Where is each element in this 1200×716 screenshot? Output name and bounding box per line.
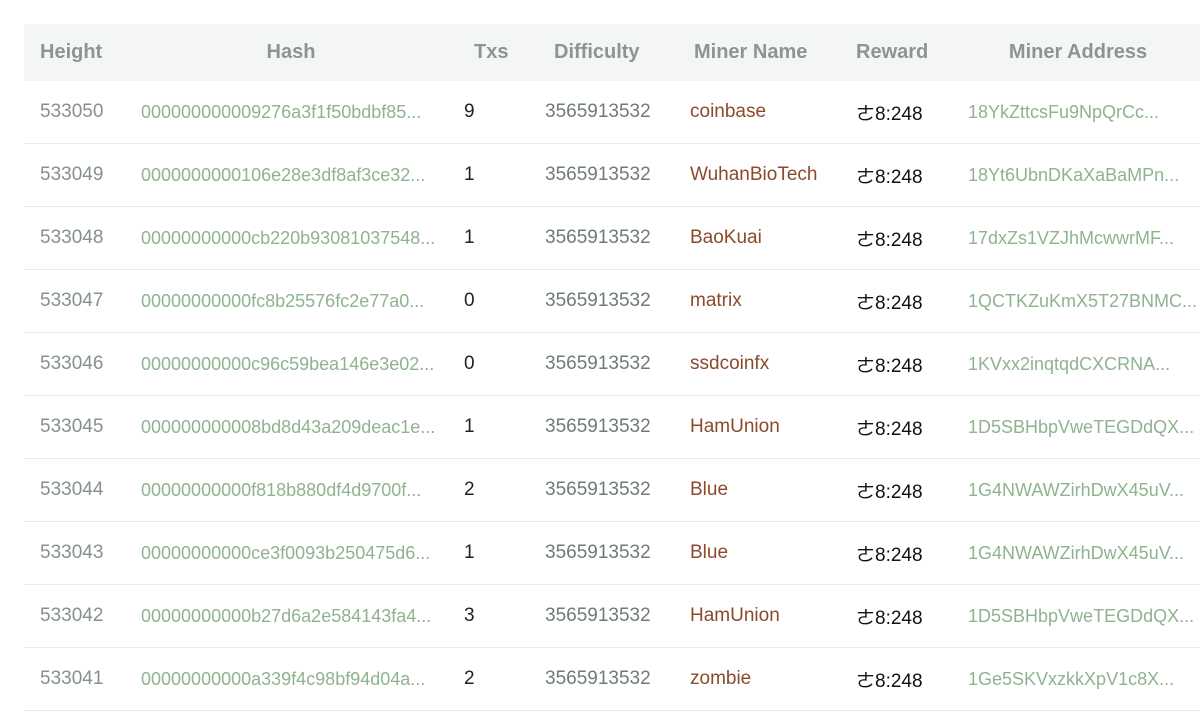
header-txs[interactable]: Txs — [474, 24, 534, 81]
reward-value: ㄜ8:248 — [856, 607, 923, 629]
block-height: 533047 — [40, 290, 104, 311]
block-hash-link[interactable]: 00000000000cb220b93081037548... — [141, 207, 441, 269]
block-height: 533041 — [40, 668, 104, 689]
reward-value: ㄜ8:248 — [856, 418, 923, 440]
header-miner-name[interactable]: Miner Name — [694, 24, 844, 81]
table-row: 533047 00000000000fc8b25576fc2e77a0... 0… — [24, 270, 1200, 333]
reward-value: ㄜ8:248 — [856, 229, 923, 251]
miner-name-link[interactable]: HamUnion — [690, 585, 840, 647]
header-miner-address[interactable]: Miner Address — [968, 24, 1188, 81]
miner-name-link[interactable]: zombie — [690, 648, 840, 710]
block-hash-link[interactable]: 0000000000106e28e3df8af3ce32... — [141, 144, 441, 206]
block-height: 533044 — [40, 479, 104, 500]
block-hash-link[interactable]: 00000000000f818b880df4d9700f... — [141, 459, 441, 521]
table-row: 533041 00000000000a339f4c98bf94d04a... 2… — [24, 648, 1200, 711]
table-row: 533048 00000000000cb220b93081037548... 1… — [24, 207, 1200, 270]
miner-address-link[interactable]: 1D5SBHbpVweTEGDdQX... — [968, 585, 1200, 647]
difficulty-value: 3565913532 — [545, 542, 651, 563]
difficulty-value: 3565913532 — [545, 290, 651, 311]
block-hash-link[interactable]: 00000000000ce3f0093b250475d6... — [141, 522, 441, 584]
block-height: 533048 — [40, 227, 104, 248]
miner-name-link[interactable]: HamUnion — [690, 396, 840, 458]
tx-count: 1 — [464, 542, 475, 563]
block-hash-link[interactable]: 000000000008bd8d43a209deac1e... — [141, 396, 441, 458]
block-height: 533043 — [40, 542, 104, 563]
block-hash-link[interactable]: 00000000000a339f4c98bf94d04a... — [141, 648, 441, 710]
difficulty-value: 3565913532 — [545, 353, 651, 374]
miner-address-link[interactable]: 1Ge5SKVxzkkXpV1c8X... — [968, 648, 1200, 710]
miner-address-link[interactable]: 1KVxx2inqtqdCXCRNA... — [968, 333, 1200, 395]
block-height: 533049 — [40, 164, 104, 185]
block-hash-link[interactable]: 00000000000fc8b25576fc2e77a0... — [141, 270, 441, 332]
block-hash-link[interactable]: 00000000000c96c59bea146e3e02... — [141, 333, 441, 395]
tx-count: 0 — [464, 290, 475, 311]
table-row: 533042 00000000000b27d6a2e584143fa4... 3… — [24, 585, 1200, 648]
header-reward[interactable]: Reward — [856, 24, 956, 81]
block-height: 533042 — [40, 605, 104, 626]
difficulty-value: 3565913532 — [545, 227, 651, 248]
block-hash-link[interactable]: 000000000009276a3f1f50bdbf85... — [141, 81, 441, 143]
miner-address-link[interactable]: 1D5SBHbpVweTEGDdQX... — [968, 396, 1200, 458]
table-row: 533045 000000000008bd8d43a209deac1e... 1… — [24, 396, 1200, 459]
tx-count: 0 — [464, 353, 475, 374]
miner-name-link[interactable]: ssdcoinfx — [690, 333, 840, 395]
difficulty-value: 3565913532 — [545, 101, 651, 122]
block-hash-link[interactable]: 00000000000b27d6a2e584143fa4... — [141, 585, 441, 647]
header-hash[interactable]: Hash — [141, 24, 441, 81]
reward-value: ㄜ8:248 — [856, 670, 923, 692]
miner-address-link[interactable]: 1QCTKZuKmX5T27BNMC... — [968, 270, 1200, 332]
tx-count: 1 — [464, 416, 475, 437]
difficulty-value: 3565913532 — [545, 605, 651, 626]
tx-count: 1 — [464, 227, 475, 248]
miner-address-link[interactable]: 18YkZttcsFu9NpQrCc... — [968, 81, 1200, 143]
tx-count: 1 — [464, 164, 475, 185]
miner-address-link[interactable]: 17dxZs1VZJhMcwwrMF... — [968, 207, 1200, 269]
miner-name-link[interactable]: BaoKuai — [690, 207, 840, 269]
miner-name-link[interactable]: coinbase — [690, 81, 840, 143]
table-row: 533044 00000000000f818b880df4d9700f... 2… — [24, 459, 1200, 522]
table-row: 533043 00000000000ce3f0093b250475d6... 1… — [24, 522, 1200, 585]
block-height: 533046 — [40, 353, 104, 374]
reward-value: ㄜ8:248 — [856, 481, 923, 503]
tx-count: 2 — [464, 668, 475, 689]
table-header: Height Hash Txs Difficulty Miner Name Re… — [24, 24, 1200, 81]
block-height: 533045 — [40, 416, 104, 437]
difficulty-value: 3565913532 — [545, 479, 651, 500]
difficulty-value: 3565913532 — [545, 164, 651, 185]
reward-value: ㄜ8:248 — [856, 103, 923, 125]
table-row: 533050 000000000009276a3f1f50bdbf85... 9… — [24, 81, 1200, 144]
header-difficulty[interactable]: Difficulty — [554, 24, 684, 81]
reward-value: ㄜ8:248 — [856, 292, 923, 314]
difficulty-value: 3565913532 — [545, 416, 651, 437]
miner-name-link[interactable]: WuhanBioTech — [690, 144, 840, 206]
miner-name-link[interactable]: Blue — [690, 522, 840, 584]
block-height: 533050 — [40, 101, 104, 122]
miner-address-link[interactable]: 1G4NWAWZirhDwX45uV... — [968, 522, 1200, 584]
miner-name-link[interactable]: Blue — [690, 459, 840, 521]
miner-address-link[interactable]: 1G4NWAWZirhDwX45uV... — [968, 459, 1200, 521]
miner-address-link[interactable]: 18Yt6UbnDKaXaBaMPn... — [968, 144, 1200, 206]
table-row: 533049 0000000000106e28e3df8af3ce32... 1… — [24, 144, 1200, 207]
reward-value: ㄜ8:248 — [856, 355, 923, 377]
reward-value: ㄜ8:248 — [856, 544, 923, 566]
reward-value: ㄜ8:248 — [856, 166, 923, 188]
table-row: 533046 00000000000c96c59bea146e3e02... 0… — [24, 333, 1200, 396]
tx-count: 3 — [464, 605, 475, 626]
difficulty-value: 3565913532 — [545, 668, 651, 689]
miner-name-link[interactable]: matrix — [690, 270, 840, 332]
blocks-table: Height Hash Txs Difficulty Miner Name Re… — [24, 24, 1200, 711]
header-height[interactable]: Height — [40, 24, 140, 81]
tx-count: 2 — [464, 479, 475, 500]
tx-count: 9 — [464, 101, 475, 122]
